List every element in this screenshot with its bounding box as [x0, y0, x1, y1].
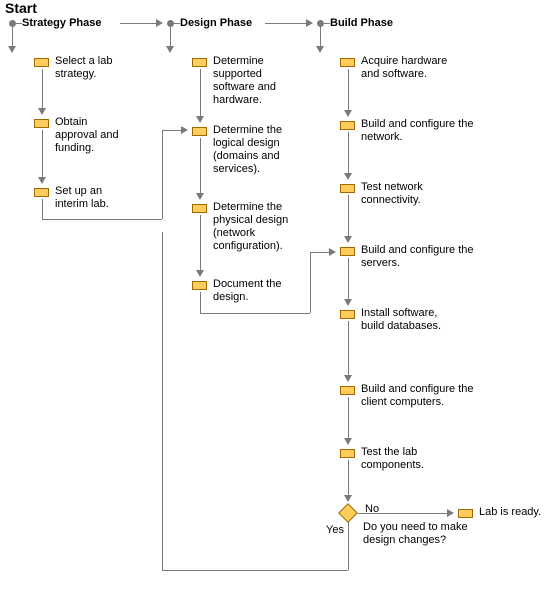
arrow-right-icon: [181, 126, 188, 134]
step-node: [340, 449, 355, 458]
arrow-down-icon: [344, 375, 352, 382]
connector: [42, 69, 43, 109]
decision-node: [338, 503, 358, 523]
start-label: Start: [5, 0, 37, 16]
arrow-down-icon: [196, 193, 204, 200]
arrow-down-icon: [344, 299, 352, 306]
connector: [162, 570, 348, 571]
step-text: Select a lab strategy.: [55, 55, 130, 81]
arrow-down-icon: [196, 116, 204, 123]
decision-yes-label: Yes: [326, 524, 344, 536]
arrow-right-icon: [447, 509, 454, 517]
phase-title-design: Design Phase: [180, 17, 252, 29]
connector: [16, 23, 22, 24]
connector: [174, 23, 180, 24]
connector: [42, 199, 43, 219]
connector: [348, 195, 349, 237]
connector: [162, 232, 163, 570]
connector: [200, 138, 201, 194]
arrow-down-icon: [344, 236, 352, 243]
connector: [310, 252, 330, 253]
step-node: [340, 58, 355, 67]
arrow-down-icon: [344, 110, 352, 117]
step-text: Test network connectivity.: [361, 181, 461, 207]
arrow-down-icon: [38, 108, 46, 115]
terminal-node: [458, 509, 473, 518]
arrow-down-icon: [196, 270, 204, 277]
step-text: Obtain approval and funding.: [55, 116, 130, 155]
step-node: [192, 58, 207, 67]
connector: [200, 215, 201, 271]
arrow-down-icon: [8, 46, 16, 53]
step-text: Determine the logical design (domains an…: [213, 124, 313, 176]
connector: [200, 69, 201, 117]
arrow-down-icon: [316, 46, 324, 53]
arrow-right-icon: [156, 19, 163, 27]
step-text: Build and configure the servers.: [361, 244, 481, 270]
arrow-down-icon: [344, 495, 352, 502]
step-text: Build and configure the network.: [361, 118, 481, 144]
connector: [348, 397, 349, 439]
connector: [42, 130, 43, 178]
step-text: Build and configure the client computers…: [361, 383, 491, 409]
step-text: Document the design.: [213, 278, 313, 304]
step-node: [340, 121, 355, 130]
flowchart-stage: Start Strategy Phase Select a lab strate…: [0, 0, 544, 593]
connector: [348, 460, 349, 496]
connector: [348, 132, 349, 174]
connector: [120, 23, 157, 24]
step-node: [192, 127, 207, 136]
arrow-down-icon: [344, 173, 352, 180]
step-text: Install software, build databases.: [361, 307, 451, 333]
connector: [358, 513, 448, 514]
connector: [12, 27, 13, 47]
connector: [162, 130, 163, 219]
connector: [265, 23, 307, 24]
connector: [320, 27, 321, 47]
connector: [348, 69, 349, 111]
step-node: [34, 58, 49, 67]
connector: [200, 313, 310, 314]
connector: [42, 219, 162, 220]
arrow-down-icon: [166, 46, 174, 53]
step-text: Set up an interim lab.: [55, 185, 130, 211]
terminal-text: Lab is ready.: [479, 506, 544, 519]
step-node: [340, 310, 355, 319]
decision-question: Do you need to make design changes?: [363, 521, 473, 547]
phase-title-strategy: Strategy Phase: [22, 17, 101, 29]
step-text: Determine the physical design (network c…: [213, 201, 313, 253]
connector: [324, 23, 330, 24]
arrow-right-icon: [306, 19, 313, 27]
step-text: Determine supported software and hardwar…: [213, 55, 303, 107]
connector: [348, 321, 349, 376]
step-node: [192, 281, 207, 290]
step-text: Test the lab components.: [361, 446, 461, 472]
step-node: [340, 247, 355, 256]
connector: [310, 252, 311, 313]
step-text: Acquire hardware and software.: [361, 55, 461, 81]
phase-title-build: Build Phase: [330, 17, 393, 29]
phase-dot-strategy: [9, 20, 16, 27]
phase-dot-design: [167, 20, 174, 27]
step-node: [340, 184, 355, 193]
arrow-down-icon: [344, 438, 352, 445]
step-node: [192, 204, 207, 213]
phase-dot-build: [317, 20, 324, 27]
arrow-right-icon: [329, 248, 336, 256]
step-node: [34, 188, 49, 197]
connector: [170, 27, 171, 47]
connector: [200, 292, 201, 313]
arrow-down-icon: [38, 177, 46, 184]
connector: [348, 258, 349, 300]
step-node: [340, 386, 355, 395]
connector: [348, 522, 349, 570]
connector: [162, 130, 182, 131]
step-node: [34, 119, 49, 128]
